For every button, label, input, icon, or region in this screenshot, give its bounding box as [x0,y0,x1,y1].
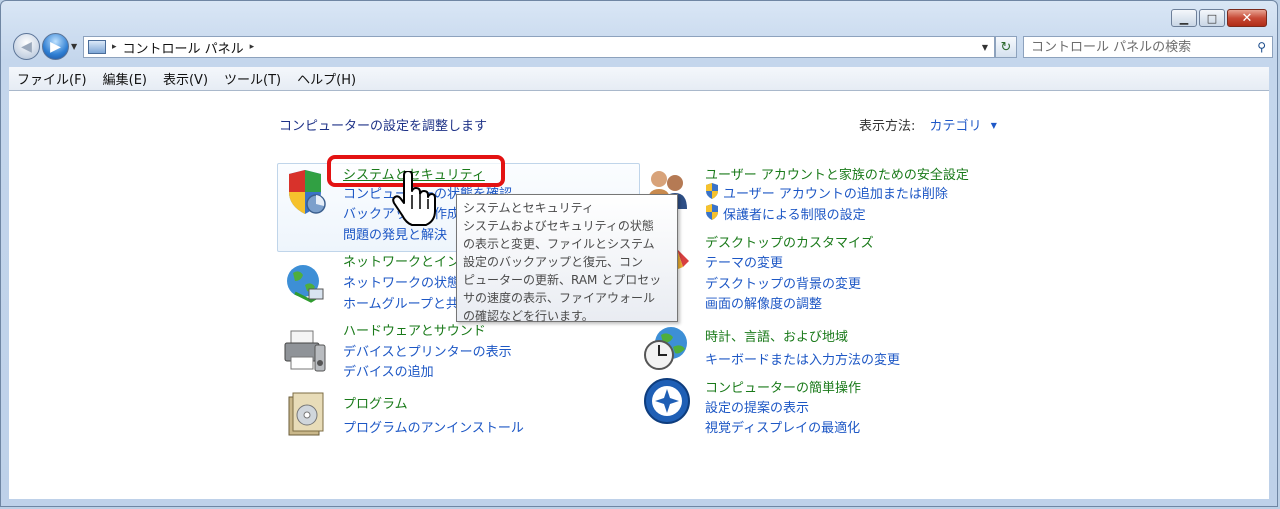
category-ease-title[interactable]: コンピューターの簡単操作 [705,377,861,396]
tooltip-line: システムとセキュリティ [463,201,594,215]
shield-icon [706,204,718,220]
view-mode: 表示方法: カテゴリ ▼ [859,115,997,134]
minimize-button[interactable]: ▁ [1171,9,1197,27]
hand-cursor-icon [392,171,436,226]
tooltip-line: システムおよびセキュリティの状態 [463,219,654,233]
link-change-background[interactable]: デスクトップの背景の変更 [705,273,861,292]
breadcrumb-control-panel[interactable]: コントロール パネル [123,38,244,57]
link-change-keyboard[interactable]: キーボードまたは入力方法の変更 [705,349,900,368]
breadcrumb-arrow-icon[interactable]: ▸ [112,42,117,52]
programs-icon [288,392,324,436]
menu-tools[interactable]: ツール(T) [216,69,289,88]
link-parental-controls[interactable]: 保護者による制限の設定 [723,204,866,223]
search-icon[interactable]: ⚲ [1257,40,1266,54]
menu-help[interactable]: ヘルプ(H) [289,69,364,88]
control-panel-icon [88,40,106,54]
ease-of-access-icon [644,378,690,424]
control-panel-window: ▁ □ ✕ ◀ ▶ ▼ ▸ コントロール パネル ▸ ▼ ↻ ⚲ ファイル(F)… [0,0,1278,507]
back-arrow-icon: ◀ [21,38,32,55]
link-devices-printers[interactable]: デバイスとプリンターの表示 [343,341,512,360]
control-panel-content: コンピューターの設定を調整します 表示方法: カテゴリ ▼ コンピューターの状態… [9,91,1269,499]
page-title: コンピューターの設定を調整します [279,119,488,134]
tooltip-line: 設定のバックアップと復元、コン [463,255,644,269]
menu-view[interactable]: 表示(V) [155,69,216,88]
printer-icon [284,330,326,372]
tooltip-line: の確認などを行います。 [463,309,594,323]
refresh-icon: ↻ [1000,39,1012,55]
menu-bar: ファイル(F) 編集(E) 表示(V) ツール(T) ヘルプ(H) [9,67,1269,91]
tooltip-line: ピューターの更新、RAM とプロセッ [463,273,662,287]
category-user-accounts-title[interactable]: ユーザー アカウントと家族のための安全設定 [705,164,969,183]
minimize-icon: ▁ [1179,11,1189,25]
link-change-theme[interactable]: テーマの変更 [705,252,783,271]
link-uninstall-program[interactable]: プログラムのアンインストール [343,417,524,436]
link-add-remove-accounts[interactable]: ユーザー アカウントの追加または削除 [723,183,948,202]
maximize-icon: □ [1206,11,1218,25]
clock-globe-icon [644,327,687,370]
category-clock-title[interactable]: 時計、言語、および地域 [705,326,848,345]
view-mode-dropdown[interactable]: カテゴリ [930,119,982,134]
search-box: ⚲ [1023,36,1273,58]
tooltip-line: サの速度の表示、ファイアウォール [463,291,656,305]
view-mode-label: 表示方法: [859,119,916,134]
recent-pages-dropdown-icon[interactable]: ▼ [71,42,77,51]
search-input[interactable] [1029,38,1248,56]
forward-button[interactable]: ▶ [42,33,69,60]
caption-buttons: ▁ □ ✕ [1171,9,1267,27]
tooltip: システムとセキュリティ システムおよびセキュリティの状態 の表示と変更、ファイル… [456,194,678,323]
close-icon: ✕ [1241,10,1253,26]
menu-file[interactable]: ファイル(F) [9,69,95,88]
refresh-button[interactable]: ↻ [995,36,1017,58]
shield-icon [706,183,718,199]
maximize-button[interactable]: □ [1199,9,1225,27]
address-dropdown-icon[interactable]: ▼ [982,43,988,52]
category-programs-title[interactable]: プログラム [343,393,408,412]
breadcrumb-arrow-icon[interactable]: ▸ [250,42,255,52]
chevron-down-icon[interactable]: ▼ [991,121,997,130]
forward-arrow-icon: ▶ [50,38,61,55]
link-adjust-resolution[interactable]: 画面の解像度の調整 [705,293,822,312]
category-appearance-title[interactable]: デスクトップのカスタマイズ [705,232,874,251]
menu-edit[interactable]: 編集(E) [95,69,155,88]
tooltip-line: の表示と変更、ファイルとシステム [463,237,655,251]
close-button[interactable]: ✕ [1227,9,1267,27]
navigation-bar: ◀ ▶ ▼ ▸ コントロール パネル ▸ ▼ ↻ ⚲ [9,33,1273,61]
network-globe-icon [287,265,324,303]
link-optimize-display[interactable]: 視覚ディスプレイの最適化 [705,417,860,436]
link-add-device[interactable]: デバイスの追加 [343,361,434,380]
shield-icon [289,170,326,214]
back-button[interactable]: ◀ [13,33,40,60]
address-bar[interactable]: ▸ コントロール パネル ▸ ▼ [83,36,995,58]
link-suggested-settings[interactable]: 設定の提案の表示 [705,397,809,416]
